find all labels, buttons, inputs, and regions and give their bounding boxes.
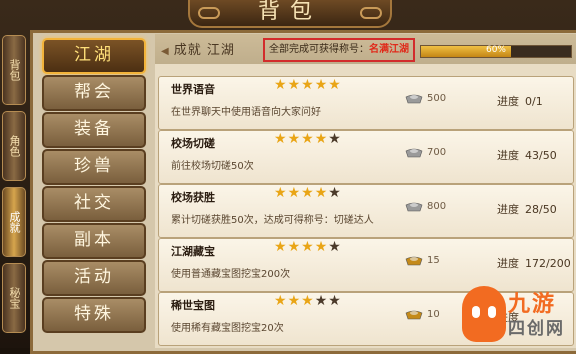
reward-label: 全部完成可获得称号： — [269, 44, 369, 55]
gold-ingot-icon — [405, 255, 423, 266]
achievement-name: 江湖藏宝 — [171, 245, 215, 258]
achievement-name: 世界语音 — [171, 83, 215, 96]
star-filled-icon: ★ — [301, 293, 315, 309]
tab-activity[interactable]: 活动 — [42, 260, 146, 296]
star-filled-icon: ★ — [274, 185, 288, 201]
side-scroll-nav: 背包 角色 成就 秘宝 — [0, 35, 28, 345]
achievement-progress: 进度 43/50 — [497, 147, 557, 163]
progress-value: 0/1 — [525, 95, 543, 108]
tab-guild[interactable]: 帮会 — [42, 75, 146, 111]
reward-amount: 800 — [427, 201, 447, 212]
progress-label: 进度 — [497, 203, 519, 216]
breadcrumb: ◀ 成就 江湖 — [161, 39, 235, 58]
achievement-row[interactable]: 校场切磋 前往校场切磋50次 ★★★★★ 700 进度 43/50 — [158, 130, 574, 184]
achievement-desc: 前往校场切磋50次 — [171, 161, 254, 172]
progress-value: 172/200 — [525, 257, 571, 270]
silver-ingot-icon — [405, 147, 423, 158]
tab-pets[interactable]: 珍兽 — [42, 149, 146, 185]
star-rating: ★★★★★ — [274, 239, 342, 255]
star-rating: ★★★★★ — [274, 131, 342, 147]
side-scroll-achievement[interactable]: 成就 — [2, 187, 26, 257]
tab-jianghu[interactable]: 江湖 — [42, 38, 146, 74]
achievement-name: 校场获胜 — [171, 191, 215, 204]
side-scroll-character[interactable]: 角色 — [2, 111, 26, 181]
tab-social[interactable]: 社交 — [42, 186, 146, 222]
progress-value: 43/50 — [525, 149, 557, 162]
progress-value: 28/50 — [525, 203, 557, 216]
left-ornament-icon — [198, 7, 220, 19]
achievement-progress: 进度 172/200 — [497, 255, 571, 271]
star-filled-icon: ★ — [314, 239, 329, 255]
star-empty-icon: ★ — [328, 239, 342, 255]
star-filled-icon: ★ — [314, 185, 329, 201]
star-filled-icon: ★ — [301, 185, 315, 201]
tab-equipment[interactable]: 装备 — [42, 112, 146, 148]
reward-title: 名满江湖 — [369, 44, 409, 55]
side-scroll-treasure[interactable]: 秘宝 — [2, 263, 26, 333]
star-filled-icon: ★ — [274, 293, 288, 309]
star-filled-icon: ★ — [301, 131, 315, 147]
achievement-name: 稀世宝图 — [171, 299, 215, 312]
breadcrumb-text: 成就 江湖 — [173, 43, 235, 58]
window-title-plaque: 背包 — [188, 0, 392, 28]
progress-text: 60% — [485, 45, 506, 55]
achievement-row[interactable]: 校场获胜 累计切磋获胜50次，达成可得称号：切磋达人 ★★★★★ 800 进度 28/50 — [158, 184, 574, 238]
side-scroll-bag[interactable]: 背包 — [2, 35, 26, 105]
star-filled-icon: ★ — [287, 239, 302, 255]
progress-label: 进度 — [497, 257, 519, 270]
star-empty-icon: ★ — [328, 293, 342, 309]
progress-label: 进度 — [497, 149, 519, 162]
completion-reward-box: 全部完成可获得称号：名满江湖 — [263, 38, 415, 62]
star-rating: ★★★★★ — [274, 185, 342, 201]
reward-amount: 700 — [427, 147, 447, 158]
star-empty-icon: ★ — [328, 185, 342, 201]
watermark-line2: 四创网 — [508, 319, 565, 339]
achievement-progress: 进度 28/50 — [497, 201, 557, 217]
star-empty-icon: ★ — [328, 131, 342, 147]
achievement-desc: 累计切磋获胜50次，达成可得称号：切磋达人 — [171, 215, 374, 226]
arrow-left-icon: ◀ — [161, 46, 170, 57]
silver-ingot-icon — [405, 93, 423, 104]
progress-label: 进度 — [497, 95, 519, 108]
achievement-progress: 进度 0/1 — [497, 93, 543, 109]
star-rating: ★★★★★ — [274, 293, 342, 309]
star-filled-icon: ★ — [287, 185, 302, 201]
reward-amount: 15 — [427, 255, 440, 266]
star-filled-icon: ★ — [274, 131, 288, 147]
achievement-header: ◀ 成就 江湖 全部完成可获得称号：名满江湖 60% — [155, 34, 576, 64]
achievement-name: 校场切磋 — [171, 137, 215, 150]
watermark-logo: 九游 四创网 — [462, 282, 574, 346]
star-filled-icon: ★ — [287, 293, 302, 309]
star-rating: ★★★★★ — [274, 77, 342, 93]
reward-amount: 500 — [427, 93, 447, 104]
star-empty-icon: ★ — [314, 293, 329, 309]
star-filled-icon: ★ — [287, 77, 302, 93]
star-filled-icon: ★ — [274, 239, 288, 255]
star-filled-icon: ★ — [274, 77, 288, 93]
right-ornament-icon — [360, 7, 382, 19]
star-filled-icon: ★ — [328, 77, 342, 93]
overall-progress-bar: 60% — [420, 45, 572, 58]
achievement-desc: 使用普通藏宝图挖宝200次 — [171, 269, 291, 280]
achievement-desc: 使用稀有藏宝图挖宝20次 — [171, 323, 284, 334]
mascot-icon — [462, 286, 506, 342]
star-filled-icon: ★ — [287, 131, 302, 147]
tab-dungeon[interactable]: 副本 — [42, 223, 146, 259]
star-filled-icon: ★ — [314, 131, 329, 147]
achievement-desc: 在世界聊天中使用语音向大家问好 — [171, 107, 321, 118]
reward-amount: 10 — [427, 309, 440, 320]
gold-ingot-icon — [405, 309, 423, 320]
achievement-row[interactable]: 世界语音 在世界聊天中使用语音向大家问好 ★★★★★ 500 进度 0/1 — [158, 76, 574, 130]
silver-ingot-icon — [405, 201, 423, 212]
star-filled-icon: ★ — [314, 77, 329, 93]
star-filled-icon: ★ — [301, 77, 315, 93]
tab-special[interactable]: 特殊 — [42, 297, 146, 333]
star-filled-icon: ★ — [301, 239, 315, 255]
window-title: 背包 — [257, 0, 322, 24]
